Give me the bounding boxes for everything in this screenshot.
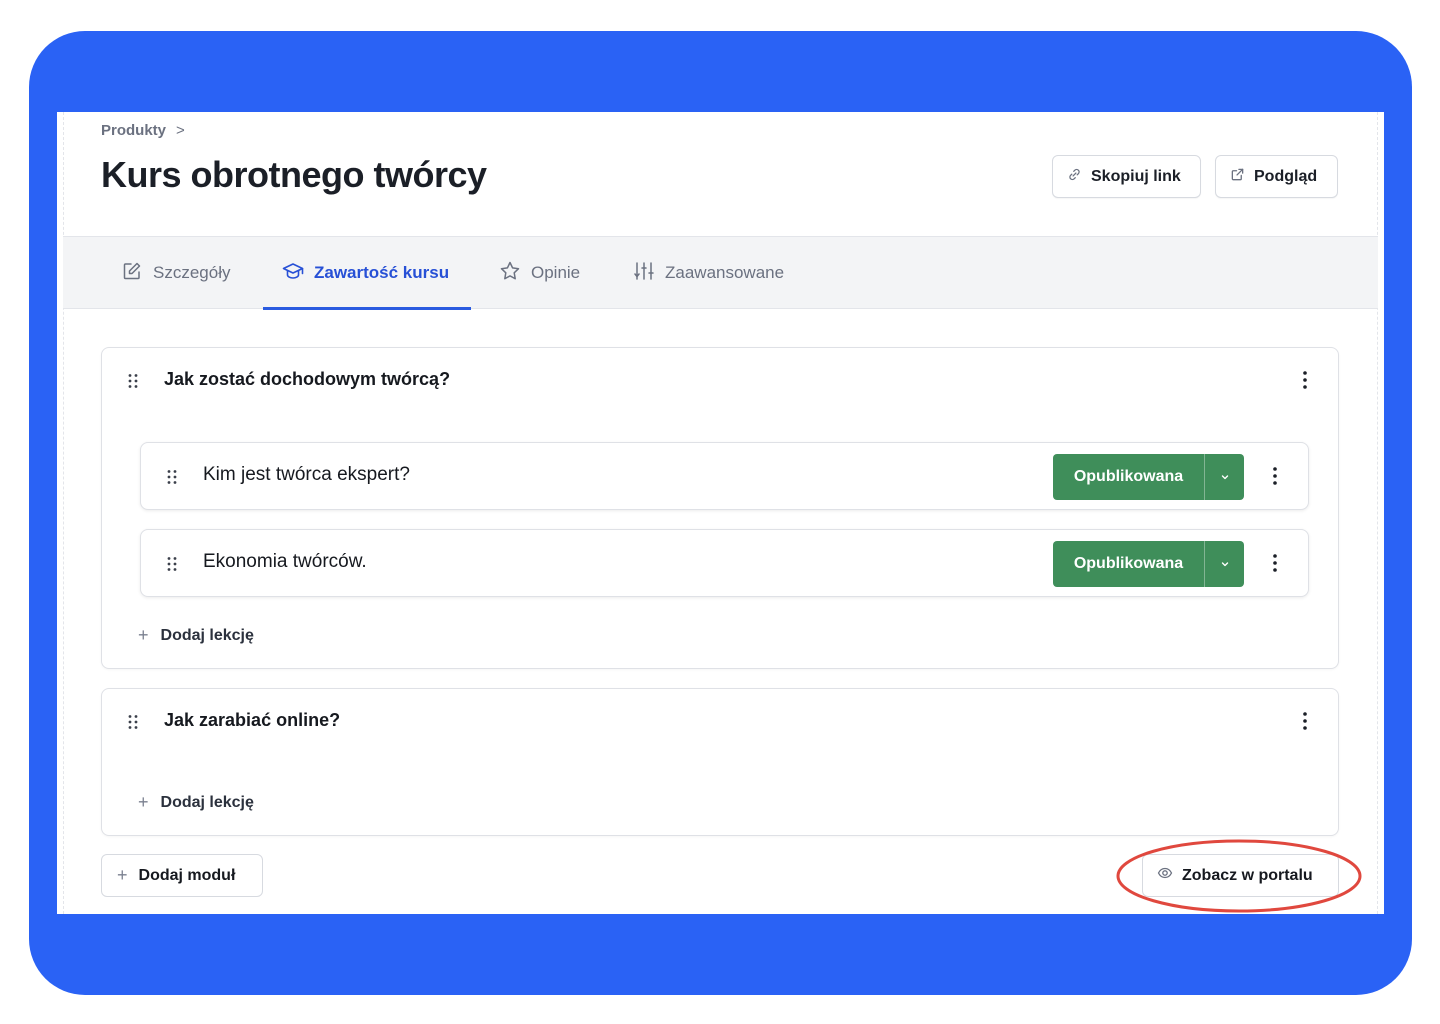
add-lesson-label: Dodaj lekcję (160, 626, 254, 644)
drag-handle-icon[interactable] (166, 469, 178, 485)
more-options-icon[interactable] (1301, 711, 1309, 731)
tab-bar: Szczegóły Zawartość kursu Opinie Zaawans… (63, 236, 1378, 310)
star-icon (499, 260, 521, 287)
app-screen: Produkty > Kurs obrotnego twórcy Skopiuj… (57, 112, 1384, 914)
copy-link-button[interactable]: Skopiuj link (1052, 155, 1201, 198)
preview-button[interactable]: Podgląd (1215, 155, 1338, 198)
lesson-row[interactable]: Ekonomia twórców. Opublikowana (140, 529, 1309, 597)
more-options-icon[interactable] (1301, 370, 1309, 390)
active-tab-indicator (263, 307, 471, 310)
add-module-label: Dodaj moduł (138, 866, 236, 884)
tab-szczegoly[interactable]: Szczegóły (121, 237, 230, 309)
status-label[interactable]: Opublikowana (1053, 541, 1205, 587)
tab-zawartosc-kursu[interactable]: Zawartość kursu (282, 237, 449, 309)
tab-label: Zawartość kursu (314, 263, 450, 282)
drag-handle-icon[interactable] (166, 556, 178, 572)
lesson-title: Kim jest twórca ekspert? (203, 464, 410, 485)
graduation-cap-icon (282, 260, 304, 287)
drag-handle-icon[interactable] (127, 714, 139, 730)
lesson-title: Ekonomia twórców. (203, 551, 367, 572)
tab-label: Opinie (531, 263, 581, 282)
breadcrumb-produkty[interactable]: Produkty (101, 122, 166, 139)
module-title: Jak zarabiać online? (164, 710, 341, 730)
breadcrumb: Produkty > (101, 122, 185, 139)
guide-line-left (63, 112, 64, 914)
sliders-icon (633, 260, 655, 287)
page-title: Kurs obrotnego twórcy (101, 154, 487, 195)
add-module-button[interactable]: + Dodaj moduł (101, 854, 263, 897)
module-title: Jak zostać dochodowym twórcą? (164, 369, 451, 389)
status-label[interactable]: Opublikowana (1053, 454, 1205, 500)
plus-icon: + (138, 625, 149, 645)
status-dropdown[interactable]: Opublikowana (1053, 454, 1244, 500)
plus-icon: + (138, 792, 149, 812)
highlight-circle (1116, 839, 1362, 913)
edit-square-icon (121, 260, 143, 287)
add-lesson-label: Dodaj lekcję (160, 793, 254, 811)
module-card: Jak zostać dochodowym twórcą? Kim jest t… (101, 347, 1339, 669)
add-lesson-button[interactable]: + Dodaj lekcję (138, 792, 254, 813)
module-card: Jak zarabiać online? + Dodaj lekcję (101, 688, 1339, 836)
guide-line-right (1377, 112, 1378, 914)
more-options-icon[interactable] (1271, 553, 1279, 573)
copy-link-label: Skopiuj link (1091, 167, 1181, 185)
plus-icon: + (117, 865, 128, 885)
preview-label: Podgląd (1254, 167, 1318, 185)
drag-handle-icon[interactable] (127, 373, 139, 389)
add-lesson-button[interactable]: + Dodaj lekcję (138, 625, 254, 646)
tab-label: Zaawansowane (665, 263, 785, 282)
tab-label: Szczegóły (153, 263, 231, 282)
link-icon (1067, 167, 1082, 187)
tab-zaawansowane[interactable]: Zaawansowane (633, 237, 784, 309)
chevron-down-icon[interactable] (1205, 454, 1244, 500)
breadcrumb-separator: > (176, 122, 185, 139)
chevron-down-icon[interactable] (1205, 541, 1244, 587)
lesson-row[interactable]: Kim jest twórca ekspert? Opublikowana (140, 442, 1309, 510)
status-dropdown[interactable]: Opublikowana (1053, 541, 1244, 587)
more-options-icon[interactable] (1271, 466, 1279, 486)
external-link-icon (1230, 167, 1245, 187)
tab-opinie[interactable]: Opinie (499, 237, 580, 309)
